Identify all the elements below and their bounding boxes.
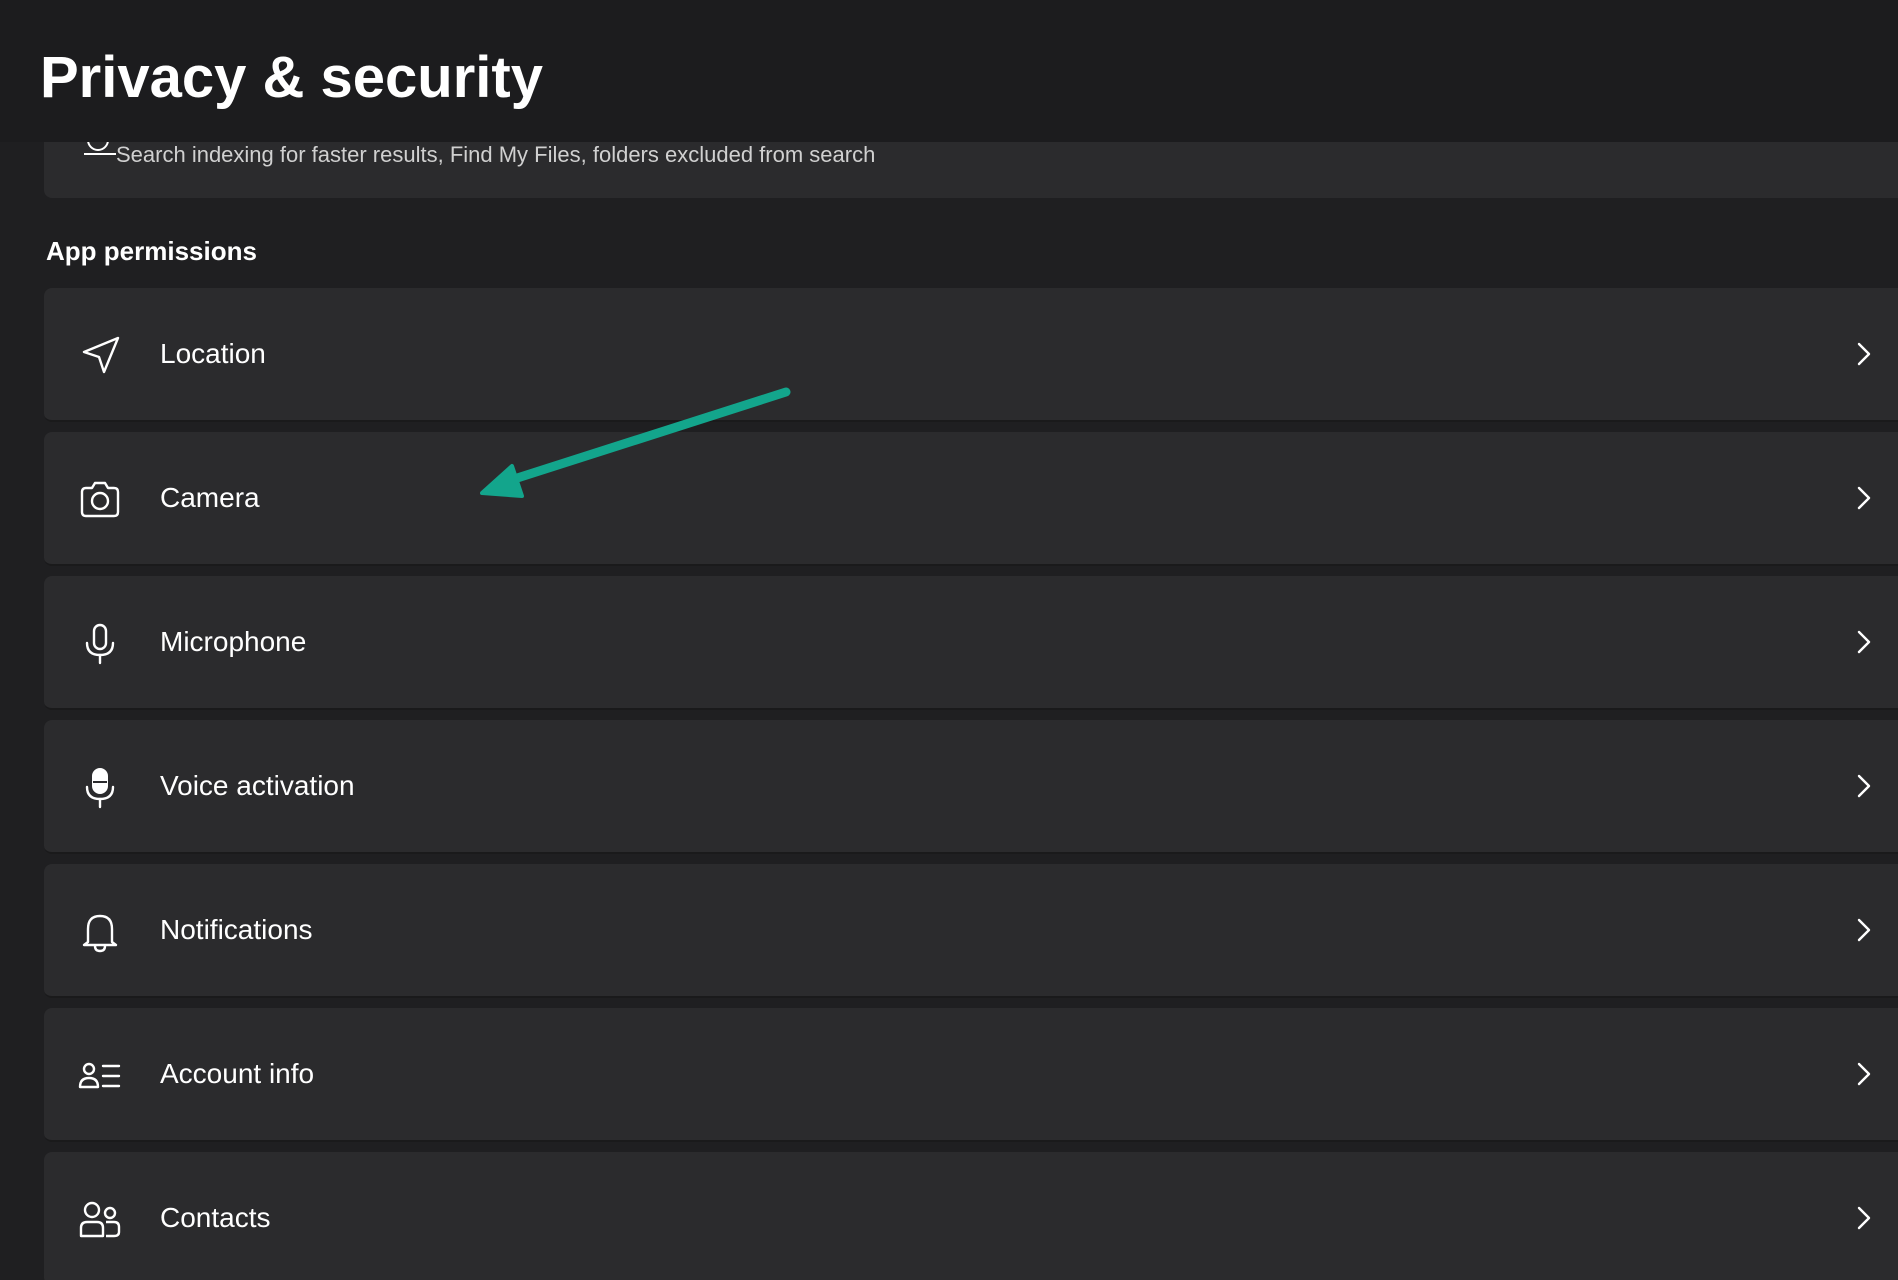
chevron-right-icon xyxy=(1852,626,1876,658)
voice-activation-icon xyxy=(78,766,122,810)
permission-item-voice-activation[interactable]: Voice activation xyxy=(44,720,1898,854)
page-title: Privacy & security xyxy=(40,45,543,110)
permission-item-location[interactable]: Location xyxy=(44,288,1898,422)
chevron-right-icon xyxy=(1852,914,1876,946)
permission-item-contacts[interactable]: Contacts xyxy=(44,1152,1898,1280)
permission-label: Account info xyxy=(160,1058,315,1089)
title-bar: Privacy & security xyxy=(0,0,1898,142)
chevron-right-icon xyxy=(1852,338,1876,370)
permission-label: Camera xyxy=(160,482,260,513)
permission-label: Contacts xyxy=(160,1202,271,1233)
permission-label: Location xyxy=(160,338,266,369)
microphone-icon xyxy=(78,622,122,666)
account-info-icon xyxy=(78,1054,122,1098)
location-arrow-icon xyxy=(78,334,122,378)
searching-windows-description: Search indexing for faster results, Find… xyxy=(116,142,876,167)
permission-item-microphone[interactable]: Microphone xyxy=(44,576,1898,710)
chevron-right-icon xyxy=(1852,770,1876,802)
permission-label: Notifications xyxy=(160,914,313,945)
app-permissions-list: Location Camera Microphone Voice activat… xyxy=(44,288,1898,1280)
contacts-icon xyxy=(78,1198,122,1242)
chevron-right-icon xyxy=(1852,482,1876,514)
permission-item-notifications[interactable]: Notifications xyxy=(44,864,1898,998)
permission-item-camera[interactable]: Camera xyxy=(44,432,1898,566)
permission-label: Microphone xyxy=(160,626,307,657)
permission-item-account-info[interactable]: Account info xyxy=(44,1008,1898,1142)
bell-icon xyxy=(78,910,122,954)
chevron-right-icon xyxy=(1852,1202,1876,1234)
camera-icon xyxy=(78,478,122,522)
chevron-right-icon xyxy=(1852,1058,1876,1090)
permission-label: Voice activation xyxy=(160,770,355,801)
settings-page: Privacy & security Search indexing for f… xyxy=(0,0,1898,1280)
section-header-app-permissions: App permissions xyxy=(46,236,257,266)
